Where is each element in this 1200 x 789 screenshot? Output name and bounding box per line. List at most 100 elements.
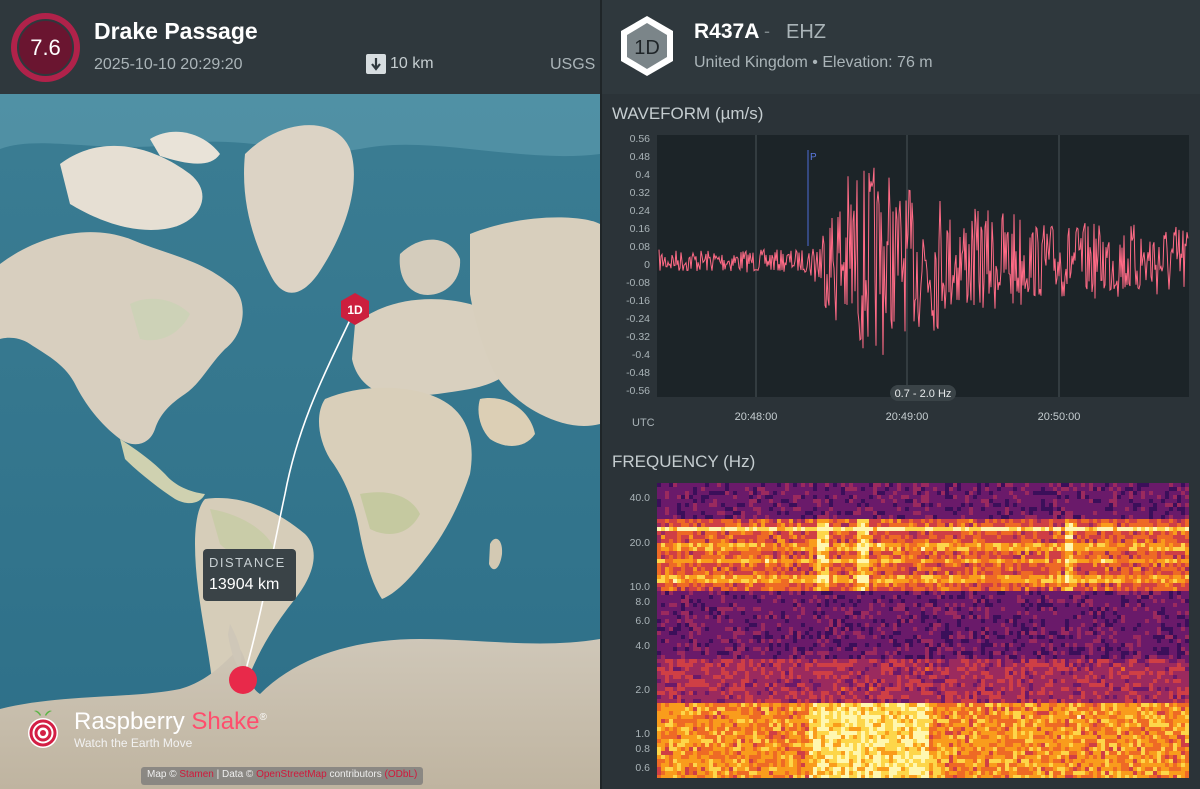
spectrogram-cell	[793, 579, 797, 583]
spectrogram-cell	[749, 539, 753, 543]
spectrogram-cell	[869, 627, 873, 631]
spectrogram-cell	[1045, 487, 1049, 491]
spectrogram-cell	[1117, 495, 1121, 499]
spectrogram-cell	[1185, 615, 1189, 619]
spectrogram-cell	[1013, 539, 1017, 543]
waveform-plot[interactable]: 0.56 0.48 0.4 0.32 0.24 0.16 0.08 0 -0.08 -0.16 -0…	[602, 130, 1200, 430]
spectrogram-cell	[989, 503, 993, 507]
spectrogram-cell	[901, 523, 905, 527]
spectrogram-cell	[693, 495, 697, 499]
spectrogram-cell	[897, 599, 901, 603]
spectrogram-cell	[989, 527, 993, 531]
spectrogram-cell	[1129, 623, 1133, 627]
attribution-link-stamen[interactable]: Stamen	[179, 769, 213, 780]
spectrogram-cell	[1077, 535, 1081, 539]
spectrogram-cell	[1113, 567, 1117, 571]
spectrogram-cell	[1177, 519, 1181, 523]
spectrogram-cell	[737, 623, 741, 627]
spectrogram-cell	[1085, 535, 1089, 539]
attribution-link-odbl[interactable]: (ODbL)	[385, 769, 418, 780]
spectrogram-cell	[701, 543, 705, 547]
spectrogram-cell	[877, 523, 881, 527]
spectrogram-cell	[985, 591, 989, 595]
spectrogram-cell	[889, 587, 893, 591]
spectrogram-cell	[789, 627, 793, 631]
spectrogram-cell	[853, 491, 857, 495]
spectrogram-cell	[777, 627, 781, 631]
spectrogram-cell	[1181, 595, 1185, 599]
spectrogram-cell	[849, 611, 853, 615]
spectrogram-cell	[729, 495, 733, 499]
spectrogram-cell	[761, 563, 765, 567]
spectrogram-cell	[797, 603, 801, 607]
spectrogram-cell	[673, 599, 677, 603]
spectrogram-cell	[921, 603, 925, 607]
spectrogram-cell	[897, 587, 901, 591]
spectrogram-cell	[1021, 559, 1025, 563]
spectrogram-cell	[801, 547, 805, 551]
spectrogram-cell	[957, 575, 961, 579]
spectrogram-cell	[901, 547, 905, 551]
attribution-link-osm[interactable]: OpenStreetMap	[256, 769, 327, 780]
spectrogram-cell	[1109, 587, 1113, 591]
epicenter-marker[interactable]	[229, 666, 257, 694]
spectrogram-cell	[965, 611, 969, 615]
spectrogram-cell	[753, 619, 757, 623]
spectrogram-cell	[1185, 603, 1189, 607]
spectrogram-cell	[877, 587, 881, 591]
spectrogram-cell	[841, 623, 845, 627]
spectrogram-cell	[869, 535, 873, 539]
spectrogram-cell	[1069, 571, 1073, 575]
spectrogram-cell	[677, 567, 681, 571]
spectrogram-cell	[901, 539, 905, 543]
spectrogram-cell	[901, 531, 905, 535]
spectrogram-cell	[945, 575, 949, 579]
spectrogram-cell	[1065, 527, 1069, 531]
spectrogram-cell	[1105, 527, 1109, 531]
spectrogram-cell	[1073, 575, 1077, 579]
spectrogram-cell	[1137, 619, 1141, 623]
spectrogram-cell	[673, 631, 677, 635]
spectrogram-cell	[1089, 539, 1093, 543]
spectrogram-cell	[725, 603, 729, 607]
spectrogram-cell	[1117, 531, 1121, 535]
spectrogram-cell	[1069, 591, 1073, 595]
spectrogram-cell	[1057, 587, 1061, 591]
spectrogram-cell	[797, 487, 801, 491]
spectrogram-cell	[689, 543, 693, 547]
spectrogram-cell	[973, 539, 977, 543]
spectrogram-cell	[865, 619, 869, 623]
spectrogram-cell	[1109, 615, 1113, 619]
spectrogram-cell	[965, 555, 969, 559]
spectrogram-cell	[745, 531, 749, 535]
spectrogram-cell	[1061, 599, 1065, 603]
spectrogram-cell	[1121, 571, 1125, 575]
spectrogram-cell	[1149, 611, 1153, 615]
spectrogram-cell	[901, 603, 905, 607]
spectrogram-cell	[1169, 531, 1173, 535]
spectrogram-cell	[813, 483, 817, 487]
spectrogram-cell	[889, 583, 893, 587]
spectrogram-cell	[953, 591, 957, 595]
spectrogram-cell	[917, 591, 921, 595]
spectrogram-cell	[1061, 611, 1065, 615]
spectrogram-cell	[909, 487, 913, 491]
spectrogram-cell	[733, 591, 737, 595]
spectrogram-cell	[801, 575, 805, 579]
spectrogram-cell	[661, 575, 665, 579]
spectrogram-cell	[781, 491, 785, 495]
spectrogram-cell	[821, 575, 825, 579]
spectrogram-cell	[1177, 571, 1181, 575]
spectrogram-cell	[1005, 499, 1009, 503]
spectrogram-cell	[1169, 583, 1173, 587]
spectrogram-cell	[969, 627, 973, 631]
spectrogram-cell	[1169, 607, 1173, 611]
spectrogram-cell	[921, 547, 925, 551]
spectrogram-cell	[1137, 491, 1141, 495]
spectrogram-cell	[701, 511, 705, 515]
world-map[interactable]: 1D DISTANCE 13904 km	[0, 94, 600, 789]
spectrogram-cell	[957, 527, 961, 531]
spectrogram-plot[interactable]: 40.0 20.0 10.0 8.0 6.0 4.0 2.0 1.0 0.8 0.6	[602, 478, 1200, 779]
spectrogram-cell	[889, 623, 893, 627]
raspberry-shake-logo[interactable]: Raspberry Shake® Watch the Earth Move	[22, 707, 267, 751]
